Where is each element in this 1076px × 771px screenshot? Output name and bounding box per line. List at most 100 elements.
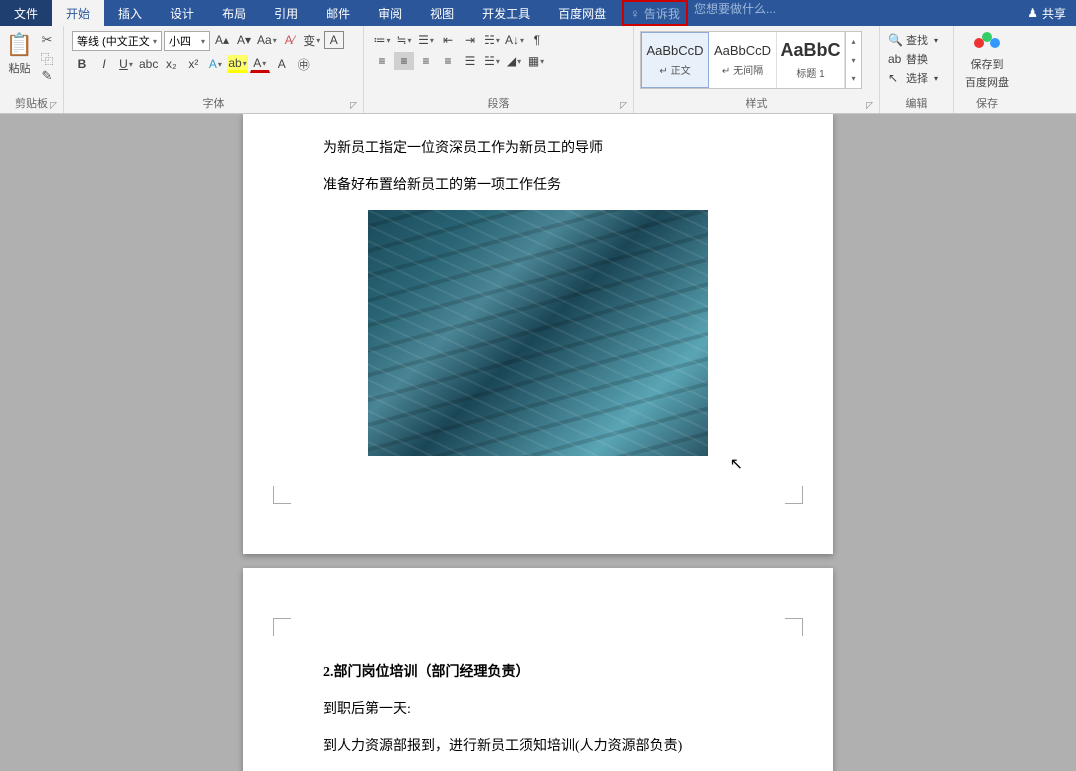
baidu-save-label1: 保存到 <box>971 56 1004 72</box>
align-right-button[interactable]: ≡ <box>416 52 436 70</box>
font-size-select[interactable]: 小四▾ <box>164 31 210 51</box>
tab-design[interactable]: 设计 <box>156 0 208 26</box>
doc-paragraph[interactable]: 到职后第一天: <box>323 697 753 722</box>
char-border-button[interactable]: A <box>324 31 344 49</box>
styles-gallery[interactable]: AaBbCcD ↵ 正文 AaBbCcD ↵ 无间隔 AaBbC 标题 1 ▴▾… <box>640 31 862 89</box>
tellme-highlight[interactable]: ♀ 告诉我 <box>622 0 688 26</box>
lightbulb-icon: ♀ <box>630 6 640 21</box>
text-direction-button[interactable]: ☵ <box>482 31 502 49</box>
document-page[interactable]: 为新员工指定一位资深员工作为新员工的导师 准备好布置给新员工的第一项工作任务 ↖ <box>243 114 833 554</box>
tab-view[interactable]: 视图 <box>416 0 468 26</box>
clear-format-button[interactable]: A⁄ <box>280 31 300 49</box>
sort-button[interactable]: A↓ <box>504 31 525 49</box>
doc-heading[interactable]: 2.部门岗位培训（部门经理负责） <box>323 660 753 685</box>
tab-review[interactable]: 审阅 <box>364 0 416 26</box>
tab-developer[interactable]: 开发工具 <box>468 0 544 26</box>
tab-mail[interactable]: 邮件 <box>312 0 364 26</box>
document-image[interactable] <box>368 210 708 456</box>
borders-button[interactable]: ▦ <box>526 52 546 70</box>
font-color-button[interactable]: A <box>250 55 270 73</box>
group-editing-label: 编辑 <box>884 93 949 113</box>
bold-button[interactable]: B <box>72 55 92 73</box>
baidu-save-label2: 百度网盘 <box>965 74 1009 90</box>
mouse-cursor-icon: ↖ <box>730 454 743 474</box>
tab-baidu[interactable]: 百度网盘 <box>544 0 620 26</box>
text-effects-button[interactable]: A <box>205 55 225 73</box>
change-case-button[interactable]: Aa <box>256 31 278 49</box>
tab-insert[interactable]: 插入 <box>104 0 156 26</box>
group-clipboard-label: 剪贴板◸ <box>4 93 59 113</box>
document-page[interactable]: 2.部门岗位培训（部门经理负责） 到职后第一天: 到人力资源部报到，进行新员工须… <box>243 568 833 771</box>
user-icon: ♟ <box>1027 6 1038 20</box>
group-save-label: 保存 <box>958 93 1016 113</box>
cursor-icon: ↖ <box>888 71 902 85</box>
page-margin-marker <box>785 618 803 636</box>
dialog-launcher-icon[interactable]: ◸ <box>50 100 57 111</box>
enclose-char-button[interactable]: ㊥ <box>294 55 314 73</box>
styles-more-button[interactable]: ▴▾▾ <box>845 32 861 88</box>
baidu-save-button[interactable]: 保存到 百度网盘 <box>958 28 1016 90</box>
style-normal[interactable]: AaBbCcD ↵ 正文 <box>641 32 709 88</box>
phonetic-guide-button[interactable]: 变 <box>302 31 322 49</box>
replace-icon: ab <box>888 52 902 66</box>
tab-home[interactable]: 开始 <box>52 0 104 26</box>
tab-file[interactable]: 文件 <box>0 0 52 26</box>
style-preview: AaBbCcD <box>714 43 771 58</box>
superscript-button[interactable]: x² <box>183 55 203 73</box>
grow-font-button[interactable]: A▴ <box>212 31 232 49</box>
paste-button[interactable]: 📋 粘贴 <box>4 28 35 76</box>
dialog-launcher-icon[interactable]: ◸ <box>350 100 357 111</box>
share-button[interactable]: ♟ 共享 <box>1017 0 1076 26</box>
document-canvas[interactable]: 为新员工指定一位资深员工作为新员工的导师 准备好布置给新员工的第一项工作任务 ↖… <box>0 114 1076 771</box>
increase-indent-button[interactable]: ⇥ <box>460 31 480 49</box>
highlight-button[interactable]: ab <box>227 55 247 73</box>
style-preview: AaBbCcD <box>646 43 703 58</box>
align-center-button[interactable]: ≡ <box>394 52 414 70</box>
strikethrough-button[interactable]: abc <box>138 55 159 73</box>
group-font-label: 字体◸ <box>68 93 359 113</box>
dialog-launcher-icon[interactable]: ◸ <box>620 100 627 111</box>
copy-button[interactable]: ⿻ <box>37 50 57 66</box>
tab-layout[interactable]: 布局 <box>208 0 260 26</box>
tellme-placeholder[interactable]: 您想要做什么... <box>694 0 776 26</box>
doc-paragraph[interactable]: 为新员工指定一位资深员工作为新员工的导师 <box>323 136 753 161</box>
style-nospacing[interactable]: AaBbCcD ↵ 无间隔 <box>709 32 777 88</box>
replace-button[interactable]: ab替换 <box>888 50 938 68</box>
tellme-label: 告诉我 <box>644 5 680 22</box>
clipboard-icon: 📋 <box>6 32 33 58</box>
find-button[interactable]: 🔍查找▾ <box>888 31 938 49</box>
doc-paragraph[interactable]: 到人力资源部报到，进行新员工须知培训(人力资源部负责) <box>323 734 753 759</box>
justify-button[interactable]: ≡ <box>438 52 458 70</box>
select-button[interactable]: ↖选择▾ <box>888 69 938 87</box>
cut-button[interactable]: ✂ <box>37 32 57 48</box>
numbering-button[interactable]: ≒ <box>394 31 414 49</box>
shrink-font-button[interactable]: A▾ <box>234 31 254 49</box>
group-styles-label: 样式◸ <box>638 93 875 113</box>
italic-button[interactable]: I <box>94 55 114 73</box>
line-spacing-button[interactable]: ☱ <box>482 52 502 70</box>
format-painter-button[interactable]: ✎ <box>37 68 57 84</box>
tab-references[interactable]: 引用 <box>260 0 312 26</box>
style-name: ↵ 正文 <box>659 62 690 77</box>
page-margin-marker <box>785 486 803 504</box>
shading-button[interactable]: ◢ <box>504 52 524 70</box>
distribute-button[interactable]: ☰ <box>460 52 480 70</box>
dialog-launcher-icon[interactable]: ◸ <box>866 100 873 111</box>
align-left-button[interactable]: ≡ <box>372 52 392 70</box>
font-name-select[interactable]: 等线 (中文正文▾ <box>72 31 162 51</box>
char-shading-button[interactable]: A <box>272 55 292 73</box>
underline-button[interactable]: U <box>116 55 136 73</box>
page-margin-marker <box>273 618 291 636</box>
style-heading1[interactable]: AaBbC 标题 1 <box>777 32 845 88</box>
style-name: ↵ 无间隔 <box>722 62 763 77</box>
multilevel-button[interactable]: ☰ <box>416 31 436 49</box>
decrease-indent-button[interactable]: ⇤ <box>438 31 458 49</box>
doc-paragraph[interactable]: 准备好布置给新员工的第一项工作任务 <box>323 173 753 198</box>
share-label: 共享 <box>1042 5 1066 22</box>
show-marks-button[interactable]: ¶ <box>527 31 547 49</box>
page-margin-marker <box>273 486 291 504</box>
bullets-button[interactable]: ≔ <box>372 31 392 49</box>
baidu-cloud-icon <box>974 32 1000 54</box>
style-name: 标题 1 <box>796 65 824 80</box>
subscript-button[interactable]: x₂ <box>161 55 181 73</box>
